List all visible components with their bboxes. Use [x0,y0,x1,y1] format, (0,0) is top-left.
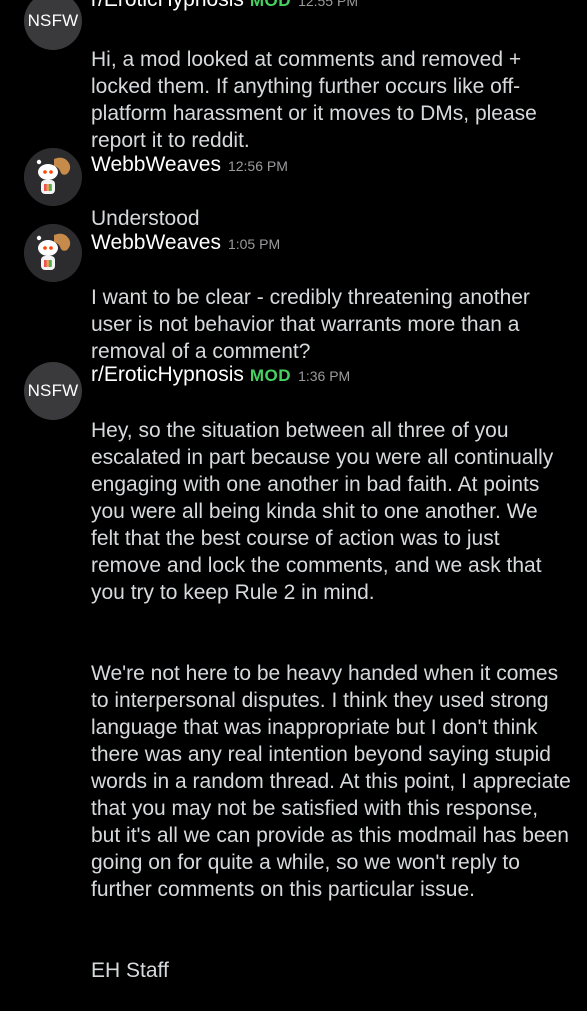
mod-badge: MOD [249,366,292,385]
timestamp: 1:36 PM [298,368,351,384]
message-header: WebbWeaves 12:56 PM [91,153,288,177]
author-name[interactable]: WebbWeaves [91,153,221,177]
message-body: Hey, so the situation between all three … [91,390,571,1011]
timestamp: 12:55 PM [298,0,358,9]
message-paragraph: I want to be clear - credibly threatenin… [91,286,530,363]
message-paragraph: We're not here to be heavy handed when i… [91,662,571,901]
nsfw-avatar[interactable]: NSFW [24,0,82,50]
nsfw-avatar-label: NSFW [27,11,79,30]
timestamp: 12:56 PM [227,158,288,174]
snoo-avatar-icon[interactable] [24,148,82,206]
message-paragraph: Hi, a mod looked at comments and removed… [91,48,537,152]
message-header: WebbWeaves 1:05 PM [91,231,280,255]
signature: EH Staff [91,959,169,982]
snoo-avatar-icon[interactable] [24,224,82,282]
timestamp: 1:05 PM [227,236,281,252]
message-header: r/EroticHypnosis MOD 12:55 PM [91,0,358,12]
nsfw-avatar[interactable]: NSFW [24,362,82,420]
message-paragraph: Hey, so the situation between all three … [91,419,554,604]
author-name[interactable]: WebbWeaves [91,231,221,255]
author-name[interactable]: r/EroticHypnosis [91,0,244,12]
message-paragraph: Understood [91,207,200,230]
message-header: r/EroticHypnosis MOD 1:36 PM [91,363,350,387]
author-name[interactable]: r/EroticHypnosis [91,363,244,387]
mod-badge: MOD [249,0,292,10]
nsfw-avatar-label: NSFW [27,381,79,400]
